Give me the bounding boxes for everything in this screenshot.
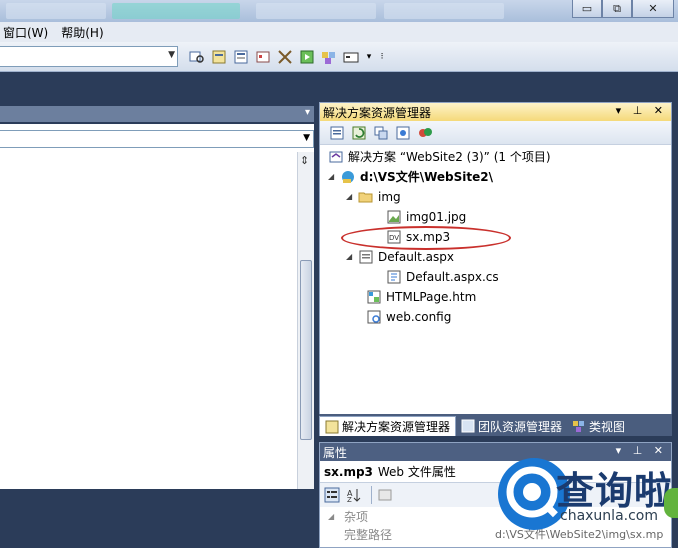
- categorized-icon[interactable]: [323, 486, 341, 504]
- toolbar-separator: [371, 486, 372, 504]
- website-project-icon: [340, 169, 356, 185]
- refresh-icon[interactable]: [350, 124, 368, 142]
- scrollbar-thumb[interactable]: [300, 260, 312, 440]
- solution-explorer-panel: 解决方案资源管理器 ▾ ⊥ ✕ 解决方案 “WebSite2 (3)” (1 个…: [319, 102, 672, 436]
- title-bar: ▭ ⧉ ✕: [0, 0, 678, 22]
- background-taskbar-item: [256, 3, 376, 19]
- tree-label: d:\VS文件\WebSite2\: [360, 170, 493, 184]
- object-type: Web 文件属性: [377, 465, 456, 479]
- alphabetical-icon[interactable]: AZ: [345, 486, 363, 504]
- panel-controls[interactable]: ▾ ⊥ ✕: [616, 444, 667, 457]
- toolbar-options-icon[interactable]: ⁝: [378, 48, 386, 66]
- restore-button[interactable]: ⧉: [602, 0, 632, 18]
- minimize-button[interactable]: ▭: [572, 0, 602, 18]
- svg-text:Z: Z: [347, 496, 352, 503]
- tab-label: 类视图: [589, 419, 626, 434]
- solution-explorer-icon[interactable]: [210, 48, 228, 66]
- csharp-file-icon: [386, 269, 402, 285]
- tree-label: HTMLPage.htm: [386, 289, 477, 304]
- tab-class-view[interactable]: 类视图: [567, 416, 630, 436]
- tree-node-solution[interactable]: 解决方案 “WebSite2 (3)” (1 个项目): [328, 147, 551, 166]
- tree-node-folder-img[interactable]: ◢ img: [346, 187, 401, 206]
- tree-label: img01.jpg: [406, 209, 467, 224]
- start-page-icon[interactable]: [298, 48, 316, 66]
- editor-tab-strip: ▾: [0, 106, 314, 122]
- solution-tree: 解决方案 “WebSite2 (3)” (1 个项目) ◢ d:\VS文件\We…: [320, 145, 671, 413]
- panel-title: 属性: [323, 445, 348, 460]
- editor-document[interactable]: ▼ ⇕: [0, 124, 314, 489]
- property-name: 完整路径: [344, 527, 393, 542]
- watermark-accent: [664, 488, 678, 518]
- menu-help[interactable]: 帮助(H): [58, 24, 105, 41]
- chevron-down-icon: ▼: [303, 133, 310, 143]
- view-designer-icon[interactable]: [394, 124, 412, 142]
- class-view-icon[interactable]: [320, 48, 338, 66]
- html-file-icon: [366, 289, 382, 305]
- tree-node-webconfig[interactable]: web.config: [366, 307, 451, 326]
- solution-icon: [328, 149, 344, 165]
- toolbar-buttons: ▾ ⁝: [188, 48, 390, 66]
- solution-explorer-toolbar: [320, 121, 671, 145]
- expand-triangle-icon[interactable]: ◢: [328, 172, 340, 181]
- menu-bar: 窗口(W) 帮助(H): [0, 22, 678, 42]
- asp-net-config-icon[interactable]: [416, 124, 434, 142]
- solution-config-combo[interactable]: ▼: [0, 46, 178, 67]
- class-view-icon: [572, 419, 586, 433]
- panel-controls[interactable]: ▾ ⊥ ✕: [616, 104, 667, 117]
- toolbox-icon[interactable]: [276, 48, 294, 66]
- panel-tabs: 解决方案资源管理器 团队资源管理器 类视图: [319, 414, 672, 436]
- toolbar: ▼ ▾ ⁝: [0, 42, 678, 72]
- tab-team-explorer[interactable]: 团队资源管理器: [456, 416, 567, 436]
- image-file-icon: [386, 209, 402, 225]
- config-file-icon: [366, 309, 382, 325]
- tree-node-default-aspx-cs[interactable]: Default.aspx.cs: [386, 267, 499, 286]
- aspx-file-icon: [358, 249, 374, 265]
- properties-icon[interactable]: [328, 124, 346, 142]
- tree-label: Default.aspx.cs: [406, 269, 499, 284]
- object-browser-icon[interactable]: [254, 48, 272, 66]
- background-taskbar-item: [6, 3, 106, 19]
- window-controls: ▭ ⧉ ✕: [572, 0, 674, 18]
- category-label: 杂项: [344, 509, 369, 524]
- background-taskbar-item: [112, 3, 240, 19]
- expand-triangle-icon[interactable]: ◢: [346, 252, 358, 261]
- expand-triangle-icon[interactable]: ◢: [346, 192, 358, 201]
- object-name: sx.mp3: [324, 464, 373, 479]
- menu-window[interactable]: 窗口(W): [0, 24, 50, 41]
- background-taskbar-item: [384, 3, 504, 19]
- solution-explorer-icon: [325, 420, 339, 434]
- tab-label: 解决方案资源管理器: [342, 420, 451, 434]
- property-pages-icon[interactable]: [376, 486, 394, 504]
- splitter-icon[interactable]: ⇕: [300, 154, 309, 167]
- tree-label: 解决方案 “WebSite2 (3)” (1 个项目): [348, 150, 551, 164]
- vertical-scrollbar[interactable]: ⇕: [297, 152, 314, 489]
- tree-node-htmlpage[interactable]: HTMLPage.htm: [366, 287, 476, 306]
- folder-open-icon: [358, 189, 374, 205]
- tree-label: web.config: [386, 309, 452, 324]
- chevron-down-icon: ▼: [168, 50, 175, 60]
- solution-explorer-title: 解决方案资源管理器 ▾ ⊥ ✕: [320, 103, 671, 121]
- tab-solution-explorer[interactable]: 解决方案资源管理器: [319, 416, 457, 436]
- tree-node-img01[interactable]: img01.jpg: [386, 207, 466, 226]
- properties-window-icon[interactable]: [232, 48, 250, 66]
- team-explorer-icon: [461, 419, 475, 433]
- chevron-down-icon[interactable]: ▾: [305, 107, 310, 118]
- tree-label: Default.aspx: [378, 249, 454, 264]
- tree-label: img: [378, 189, 401, 204]
- tree-node-project[interactable]: ◢ d:\VS文件\WebSite2\: [328, 167, 493, 186]
- find-in-files-icon[interactable]: [188, 48, 206, 66]
- nest-related-files-icon[interactable]: [372, 124, 390, 142]
- close-button[interactable]: ✕: [632, 0, 674, 18]
- editor-area: ▾ ▼ ⇕: [0, 72, 318, 548]
- red-highlight-ellipse: [341, 226, 511, 250]
- watermark: 查询啦 chaxunla.com: [498, 458, 678, 538]
- watermark-domain: chaxunla.com: [560, 508, 658, 524]
- toolbar-overflow-icon[interactable]: ▾: [364, 48, 374, 66]
- watermark-brand: 查询啦: [556, 469, 674, 513]
- command-window-icon[interactable]: [342, 48, 360, 66]
- collapse-triangle-icon[interactable]: ◢: [320, 512, 344, 521]
- panel-title: 解决方案资源管理器: [323, 105, 432, 120]
- tab-label: 团队资源管理器: [478, 419, 563, 434]
- member-combo[interactable]: ▼: [0, 130, 314, 148]
